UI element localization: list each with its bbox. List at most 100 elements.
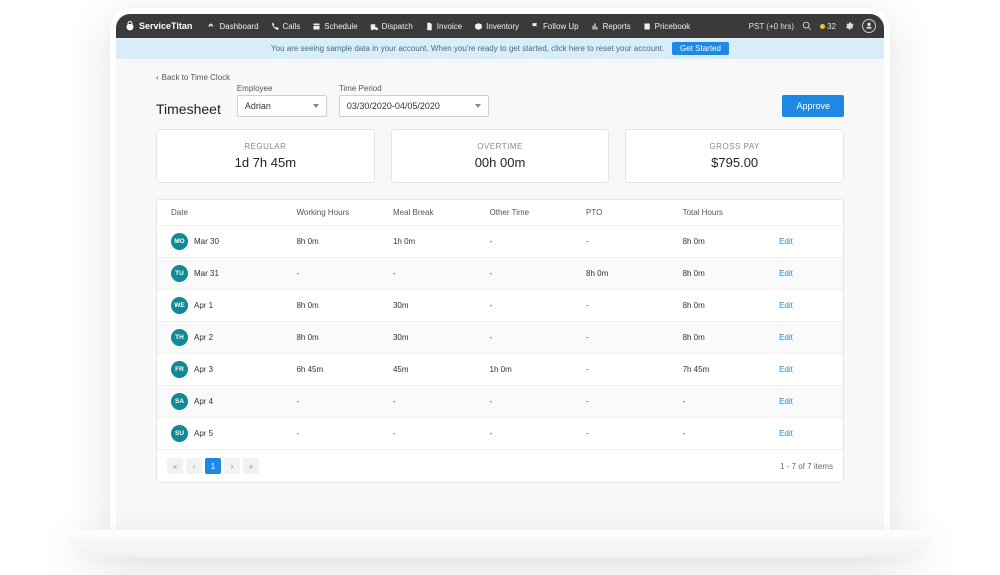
- nav-label: Dashboard: [219, 22, 258, 31]
- col-date: Date: [167, 208, 292, 217]
- period-select[interactable]: 03/30/2020-04/05/2020: [339, 95, 489, 117]
- edit-link[interactable]: Edit: [779, 429, 793, 438]
- card-value: 00h 00m: [404, 155, 597, 170]
- edit-link[interactable]: Edit: [779, 269, 793, 278]
- employee-select[interactable]: Adrian: [237, 95, 327, 117]
- period-label: Time Period: [339, 84, 489, 93]
- edit-link[interactable]: Edit: [779, 301, 793, 310]
- pager-first[interactable]: «: [167, 458, 183, 474]
- brand-text: ServiceTitan: [139, 21, 192, 31]
- table-row: MOMar 308h 0m1h 0m--8h 0mEdit: [157, 225, 843, 257]
- nav-reports[interactable]: Reports: [586, 19, 636, 34]
- nav-invoice[interactable]: Invoice: [420, 19, 467, 34]
- topbar-right: PST (+0 hrs) 32: [749, 19, 876, 33]
- day-badge: FR: [171, 361, 188, 378]
- nav-label: Invoice: [437, 22, 462, 31]
- person-icon: [865, 22, 873, 30]
- nav-inventory[interactable]: Inventory: [469, 19, 524, 34]
- back-link-text: Back to Time Clock: [162, 73, 230, 82]
- day-badge: TU: [171, 265, 188, 282]
- pager-last[interactable]: »: [243, 458, 259, 474]
- card-label: OVERTIME: [404, 142, 597, 151]
- other-time: -: [486, 429, 583, 438]
- back-link[interactable]: ‹ Back to Time Clock: [156, 73, 844, 82]
- day-badge: MO: [171, 233, 188, 250]
- pager-prev[interactable]: ‹: [186, 458, 202, 474]
- employee-filter: Employee Adrian: [237, 84, 327, 117]
- nav-calls[interactable]: Calls: [266, 19, 306, 34]
- edit-link[interactable]: Edit: [779, 397, 793, 406]
- pto: 8h 0m: [582, 269, 679, 278]
- working-hours: 8h 0m: [292, 237, 389, 246]
- pto: -: [582, 397, 679, 406]
- table-row: WEApr 18h 0m30m--8h 0mEdit: [157, 289, 843, 321]
- total-hours: -: [679, 397, 776, 406]
- pager-page-1[interactable]: 1: [205, 458, 221, 474]
- total-hours: -: [679, 429, 776, 438]
- header-row: Timesheet Employee Adrian Time Period 03…: [156, 84, 844, 117]
- sample-data-banner: You are seeing sample data in your accou…: [116, 38, 884, 59]
- nav-pricebook[interactable]: Pricebook: [638, 19, 696, 34]
- search-icon[interactable]: [802, 21, 812, 31]
- working-hours: -: [292, 429, 389, 438]
- timezone-label[interactable]: PST (+0 hrs): [749, 22, 794, 31]
- card-value: 1d 7h 45m: [169, 155, 362, 170]
- pto: -: [582, 365, 679, 374]
- date-cell: MOMar 30: [167, 233, 292, 250]
- table-row: THApr 28h 0m30m--8h 0mEdit: [157, 321, 843, 353]
- period-filter: Time Period 03/30/2020-04/05/2020: [339, 84, 489, 117]
- other-time: -: [486, 333, 583, 342]
- day-badge: WE: [171, 297, 188, 314]
- total-hours: 8h 0m: [679, 237, 776, 246]
- date-text: Apr 3: [194, 365, 213, 374]
- stat-card-regular: REGULAR 1d 7h 45m: [156, 129, 375, 183]
- nav-dashboard[interactable]: Dashboard: [202, 19, 263, 34]
- table-row: TUMar 31---8h 0m8h 0mEdit: [157, 257, 843, 289]
- working-hours: -: [292, 269, 389, 278]
- card-value: $795.00: [638, 155, 831, 170]
- date-cell: SU Apr 5: [167, 425, 292, 442]
- gauge-icon: [207, 22, 216, 31]
- nav-label: Calls: [283, 22, 301, 31]
- day-badge: SU: [171, 425, 188, 442]
- meal-break: 1h 0m: [389, 237, 486, 246]
- other-time: -: [486, 301, 583, 310]
- approve-button[interactable]: Approve: [782, 95, 844, 117]
- phone-icon: [271, 22, 280, 31]
- employee-label: Employee: [237, 84, 327, 93]
- date-cell: WEApr 1: [167, 297, 292, 314]
- other-time: -: [486, 269, 583, 278]
- gear-icon[interactable]: [844, 21, 854, 31]
- meal-break: 30m: [389, 333, 486, 342]
- date-text: Apr 5: [194, 429, 213, 438]
- banner-text: You are seeing sample data in your accou…: [271, 44, 664, 53]
- other-time: -: [486, 237, 583, 246]
- pager-next[interactable]: ›: [224, 458, 240, 474]
- get-started-button[interactable]: Get Started: [672, 42, 729, 55]
- table-row: SAApr 4-----Edit: [157, 385, 843, 417]
- edit-link[interactable]: Edit: [779, 237, 793, 246]
- edit-link[interactable]: Edit: [779, 333, 793, 342]
- brand-logo[interactable]: ServiceTitan: [124, 20, 192, 32]
- date-text: Apr 4: [194, 397, 213, 406]
- user-avatar[interactable]: [862, 19, 876, 33]
- calendar-icon: [312, 22, 321, 31]
- card-label: REGULAR: [169, 142, 362, 151]
- table-row: SUApr 5-----Edit: [157, 417, 843, 449]
- box-icon: [474, 22, 483, 31]
- col-meal-break: Meal Break: [389, 208, 486, 217]
- flag-icon: [531, 22, 540, 31]
- nav-schedule[interactable]: Schedule: [307, 19, 362, 34]
- pager-info: 1 - 7 of 7 items: [780, 462, 833, 471]
- col-pto: PTO: [582, 208, 679, 217]
- nav-follow-up[interactable]: Follow Up: [526, 19, 584, 34]
- table-header: DateWorking HoursMeal BreakOther TimePTO…: [157, 200, 843, 225]
- nav-dispatch[interactable]: Dispatch: [365, 19, 418, 34]
- brand-icon: [124, 20, 136, 32]
- edit-link[interactable]: Edit: [779, 365, 793, 374]
- top-navbar: ServiceTitan Dashboard Calls Schedule Dispa…: [116, 14, 884, 38]
- nav-label: Schedule: [324, 22, 357, 31]
- nav-label: Inventory: [486, 22, 519, 31]
- weather-widget[interactable]: 32: [820, 22, 836, 31]
- chevron-left-icon: ‹: [156, 73, 159, 82]
